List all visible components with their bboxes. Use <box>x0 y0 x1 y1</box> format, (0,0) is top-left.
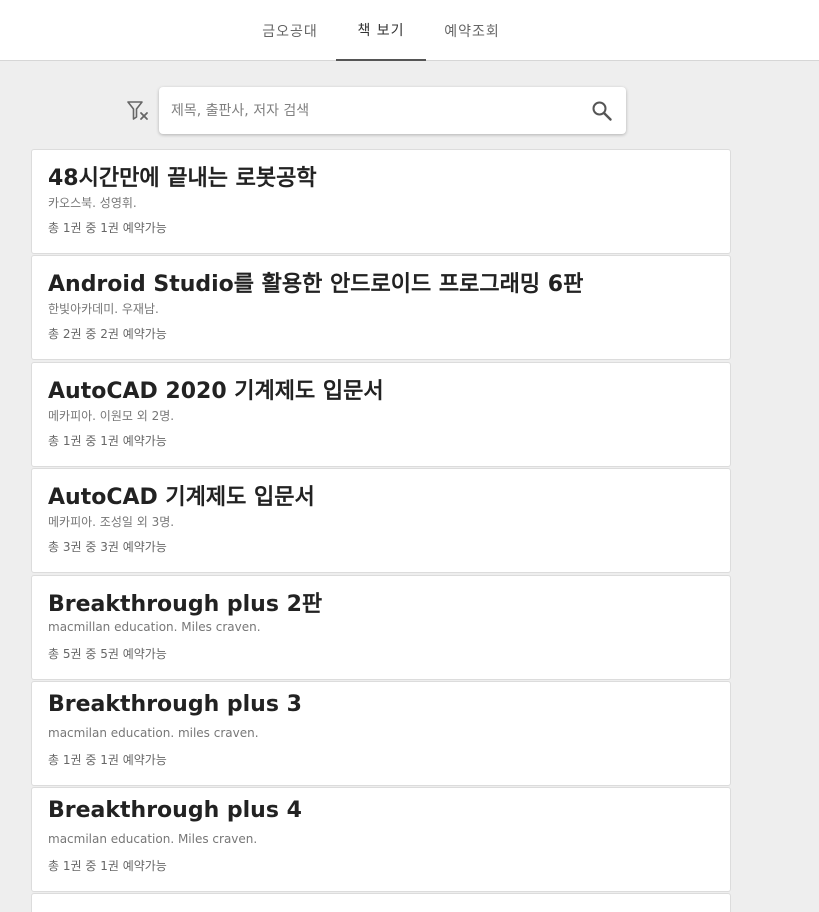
book-availability: 총 1권 중 1권 예약가능 <box>48 859 167 873</box>
book-availability: 총 1권 중 1권 예약가능 <box>48 753 167 767</box>
book-title: Android Studio를 활용한 안드로이드 프로그래밍 6판 <box>48 272 584 297</box>
filter-clear-icon[interactable] <box>126 100 152 124</box>
search-input[interactable] <box>171 87 571 134</box>
book-card[interactable]: Breakthrough plus 2판 macmillan education… <box>31 575 731 680</box>
book-title: Breakthrough plus 4 <box>48 798 302 823</box>
book-availability: 총 5권 중 5권 예약가능 <box>48 647 167 661</box>
search-box <box>159 87 626 134</box>
tab-book-view[interactable]: 책 보기 <box>336 0 426 61</box>
tab-kumoh[interactable]: 금오공대 <box>244 0 336 61</box>
book-publisher-author: 메카피아. 이원모 외 2명. <box>48 409 175 423</box>
top-nav: 금오공대 책 보기 예약조회 <box>0 0 819 61</box>
search-icon[interactable] <box>591 100 613 122</box>
book-title: Breakthrough plus 2판 <box>48 592 323 617</box>
book-publisher-author: macmilan education. Miles craven. <box>48 832 258 846</box>
book-title: Breakthrough plus 3 <box>48 692 302 717</box>
book-card[interactable]: Android Studio를 활용한 안드로이드 프로그래밍 6판 한빛아카데… <box>31 255 731 360</box>
book-card-partial[interactable] <box>31 893 731 912</box>
book-publisher-author: 한빛아카데미. 우재남. <box>48 302 159 316</box>
book-publisher-author: 카오스북. 성영휘. <box>48 196 137 210</box>
book-title: 48시간만에 끝내는 로봇공학 <box>48 166 317 191</box>
book-card[interactable]: 48시간만에 끝내는 로봇공학 카오스북. 성영휘. 총 1권 중 1권 예약가… <box>31 149 731 254</box>
book-availability: 총 3권 중 3권 예약가능 <box>48 540 167 554</box>
book-availability: 총 2권 중 2권 예약가능 <box>48 327 167 341</box>
book-availability: 총 1권 중 1권 예약가능 <box>48 221 167 235</box>
book-card[interactable]: Breakthrough plus 4 macmilan education. … <box>31 787 731 892</box>
book-card[interactable]: Breakthrough plus 3 macmilan education. … <box>31 681 731 786</box>
book-publisher-author: macmilan education. miles craven. <box>48 726 259 740</box>
book-title: AutoCAD 기계제도 입문서 <box>48 485 315 510</box>
tab-reservation-lookup[interactable]: 예약조회 <box>426 0 518 61</box>
book-availability: 총 1권 중 1권 예약가능 <box>48 434 167 448</box>
book-card[interactable]: AutoCAD 기계제도 입문서 메카피아. 조성일 외 3명. 총 3권 중 … <box>31 468 731 573</box>
book-title: AutoCAD 2020 기계제도 입문서 <box>48 379 384 404</box>
book-card[interactable]: AutoCAD 2020 기계제도 입문서 메카피아. 이원모 외 2명. 총 … <box>31 362 731 467</box>
book-publisher-author: 메카피아. 조성일 외 3명. <box>48 515 175 529</box>
book-publisher-author: macmillan education. Miles craven. <box>48 620 261 634</box>
